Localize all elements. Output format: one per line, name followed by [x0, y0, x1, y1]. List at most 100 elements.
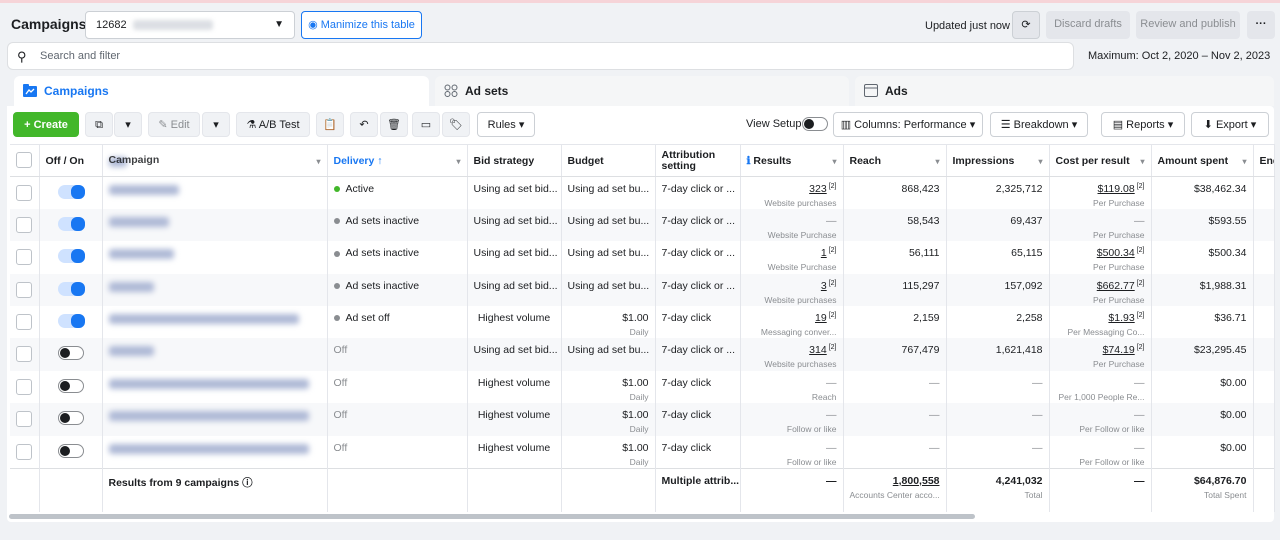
- duplicate-button[interactable]: ⧉: [85, 112, 113, 137]
- campaign-name-cell[interactable]: [102, 241, 328, 274]
- cpr-value[interactable]: $500.34: [1097, 247, 1135, 259]
- campaign-name-cell[interactable]: [102, 176, 328, 209]
- discard-drafts-button[interactable]: Discard drafts: [1046, 11, 1130, 39]
- campaign-name-redacted[interactable]: [108, 346, 154, 357]
- row-checkbox[interactable]: [16, 281, 32, 298]
- table-row[interactable]: Off Using ad set bid... Using ad set bu...…: [10, 338, 1275, 371]
- row-select-cell[interactable]: [10, 370, 40, 404]
- campaign-toggle[interactable]: [57, 378, 84, 393]
- col-off-on[interactable]: Off / On: [39, 144, 103, 177]
- campaign-name-redacted[interactable]: [108, 281, 154, 292]
- col-reach[interactable]: Reach ▾: [843, 144, 947, 177]
- cpr-value[interactable]: $662.77: [1097, 280, 1135, 292]
- table-row[interactable]: Off Highest volume $1.00 Daily 7-day click — F…: [10, 403, 1275, 436]
- undo-button[interactable]: ↶: [350, 112, 378, 137]
- campaign-toggle[interactable]: [57, 249, 85, 264]
- cpr-value[interactable]: $74.19: [1103, 344, 1135, 356]
- campaign-name-cell[interactable]: [102, 306, 328, 339]
- col-delivery[interactable]: Delivery ↑ ▾: [327, 144, 468, 177]
- campaign-name-cell[interactable]: [102, 435, 328, 469]
- col-amount-spent[interactable]: Amount spent ▾: [1151, 144, 1254, 177]
- table-row[interactable]: Ad sets inactive Using ad set bid... Using…: [10, 241, 1275, 274]
- campaign-name-cell[interactable]: [102, 338, 328, 371]
- campaign-toggle[interactable]: [57, 281, 85, 296]
- row-select-cell[interactable]: [10, 403, 40, 436]
- edit-dropdown[interactable]: ▾: [202, 112, 230, 137]
- table-row[interactable]: Ad sets inactive Using ad set bid... Using…: [10, 208, 1275, 242]
- tag-button[interactable]: 🏷: [442, 112, 470, 137]
- campaign-name-cell[interactable]: [102, 273, 328, 307]
- campaign-toggle[interactable]: [57, 346, 84, 361]
- delete-button[interactable]: 🗑: [380, 112, 408, 137]
- campaign-toggle[interactable]: [57, 185, 85, 199]
- results-value[interactable]: 323: [809, 183, 827, 195]
- row-checkbox[interactable]: [16, 216, 32, 233]
- row-checkbox[interactable]: [16, 314, 32, 331]
- row-select-cell[interactable]: [10, 435, 40, 469]
- col-campaign[interactable]: Campaign ▾: [102, 144, 328, 177]
- cpr-value[interactable]: $1.93: [1108, 312, 1134, 324]
- results-value[interactable]: 314: [809, 344, 827, 356]
- row-checkbox[interactable]: [16, 185, 32, 201]
- row-select-cell[interactable]: [10, 273, 40, 307]
- columns-button[interactable]: ▥ Columns: Performance ▾: [833, 112, 983, 137]
- export-button[interactable]: ⬇ Export ▾: [1191, 112, 1269, 137]
- reports-button[interactable]: ▤ Reports ▾: [1101, 112, 1185, 137]
- campaign-name-redacted[interactable]: [108, 443, 309, 454]
- select-all-cell[interactable]: [10, 144, 40, 177]
- clipboard-button[interactable]: 📋: [316, 112, 344, 137]
- campaign-name-cell[interactable]: [102, 370, 328, 404]
- campaign-name-redacted[interactable]: [108, 378, 309, 389]
- campaign-toggle[interactable]: [57, 216, 85, 231]
- minimize-table-button[interactable]: ◉ Manimize this table: [301, 11, 422, 39]
- campaign-name-redacted[interactable]: [108, 185, 179, 195]
- tab-ad-sets[interactable]: Ad sets: [435, 76, 849, 106]
- table-row[interactable]: Off Highest volume $1.00 Daily 7-day click — R…: [10, 370, 1275, 404]
- row-select-cell[interactable]: [10, 208, 40, 242]
- table-row[interactable]: Ad sets inactive Using ad set bid... Using…: [10, 273, 1275, 307]
- campaign-toggle[interactable]: [57, 443, 84, 458]
- col-cost-per-result[interactable]: Cost per result ▾: [1049, 144, 1152, 177]
- row-select-cell[interactable]: [10, 338, 40, 371]
- col-bid-strategy[interactable]: Bid strategy: [467, 144, 562, 177]
- tab-campaigns[interactable]: Campaigns: [14, 76, 429, 106]
- select-all-checkbox[interactable]: [16, 152, 32, 168]
- refresh-button[interactable]: ⟳: [1012, 11, 1040, 39]
- ab-test-button[interactable]: ⚗ A/B Test: [236, 112, 310, 137]
- results-value[interactable]: 3: [821, 280, 827, 292]
- row-select-cell[interactable]: [10, 176, 40, 209]
- cpr-value[interactable]: $119.08: [1098, 183, 1135, 195]
- row-select-cell[interactable]: [10, 306, 40, 339]
- col-attribution[interactable]: Attribution setting: [655, 144, 741, 177]
- tab-ads[interactable]: Ads: [855, 76, 1274, 106]
- results-value[interactable]: 19: [815, 312, 827, 324]
- row-checkbox[interactable]: [16, 346, 32, 363]
- search-input[interactable]: ⚲ Search and filter: [7, 42, 1074, 70]
- campaign-name-redacted[interactable]: [108, 411, 309, 422]
- account-selector[interactable]: 12682 ▼: [85, 11, 295, 39]
- breakdown-button[interactable]: ☰ Breakdown ▾: [990, 112, 1088, 137]
- create-button[interactable]: + Create: [13, 112, 79, 137]
- campaign-name-cell[interactable]: [102, 208, 328, 242]
- horizontal-scrollbar[interactable]: [9, 514, 975, 519]
- col-results[interactable]: ℹ Results ▾: [740, 144, 844, 177]
- rules-button[interactable]: Rules ▾: [477, 112, 535, 137]
- table-row[interactable]: Active Using ad set bid... Using ad set bu…: [10, 176, 1275, 209]
- campaign-toggle[interactable]: [57, 314, 85, 329]
- campaign-name-redacted[interactable]: [108, 216, 169, 227]
- view-setup-toggle[interactable]: [802, 117, 828, 131]
- col-impressions[interactable]: Impressions ▾: [946, 144, 1050, 177]
- table-row[interactable]: Ad set off Highest volume $1.00 Daily 7-day …: [10, 306, 1275, 339]
- col-end[interactable]: End: [1253, 144, 1275, 177]
- review-publish-button[interactable]: Review and publish: [1136, 11, 1240, 39]
- campaign-name-redacted[interactable]: [108, 249, 174, 260]
- preview-button[interactable]: ▭: [412, 112, 440, 137]
- row-select-cell[interactable]: [10, 241, 40, 274]
- campaign-name-redacted[interactable]: [108, 314, 299, 325]
- results-value[interactable]: 1: [821, 247, 827, 259]
- row-checkbox[interactable]: [16, 249, 32, 266]
- edit-button[interactable]: ✎ Edit: [148, 112, 200, 137]
- more-options-button[interactable]: ···: [1247, 11, 1275, 39]
- row-checkbox[interactable]: [16, 378, 32, 395]
- table-row[interactable]: Off Highest volume $1.00 Daily 7-day click — F…: [10, 435, 1275, 469]
